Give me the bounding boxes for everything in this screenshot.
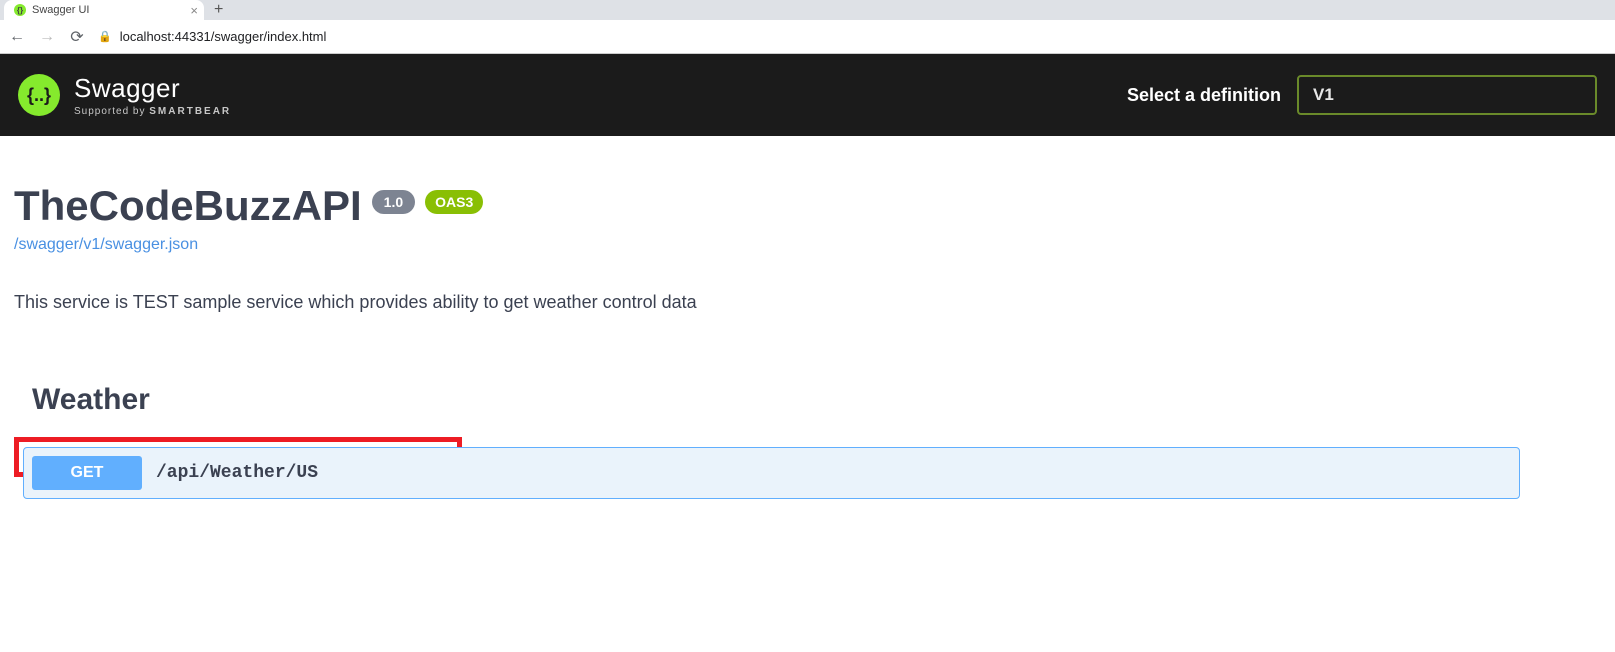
tab-title: Swagger UI bbox=[32, 4, 89, 16]
operation-block[interactable]: GET /api/Weather/US bbox=[23, 447, 1520, 499]
url-area[interactable]: 🔒 localhost:44331/swagger/index.html bbox=[98, 29, 326, 44]
swagger-header: {..} Swagger Supported by SMARTBEAR Sele… bbox=[0, 54, 1615, 136]
new-tab-button[interactable]: + bbox=[204, 1, 233, 19]
url-bar-row: ← → ⟳ 🔒 localhost:44331/swagger/index.ht… bbox=[0, 20, 1615, 54]
definition-selector-area: Select a definition V1 bbox=[1127, 75, 1597, 115]
tab-bar: {} Swagger UI × + bbox=[0, 0, 1615, 20]
swagger-subtext: Supported by SMARTBEAR bbox=[74, 106, 231, 117]
version-badge: 1.0 bbox=[372, 190, 415, 214]
oas-badge: OAS3 bbox=[425, 190, 483, 214]
browser-chrome: {} Swagger UI × + ← → ⟳ 🔒 localhost:4433… bbox=[0, 0, 1615, 54]
spec-link[interactable]: /swagger/v1/swagger.json bbox=[14, 236, 198, 254]
definition-label: Select a definition bbox=[1127, 85, 1281, 106]
back-icon[interactable]: ← bbox=[8, 28, 26, 46]
browser-tab[interactable]: {} Swagger UI × bbox=[4, 0, 204, 20]
reload-icon[interactable]: ⟳ bbox=[68, 27, 86, 47]
definition-select[interactable]: V1 bbox=[1297, 75, 1597, 115]
lock-icon: 🔒 bbox=[98, 30, 112, 43]
tab-close-icon[interactable]: × bbox=[190, 3, 198, 18]
forward-icon[interactable]: → bbox=[38, 28, 56, 46]
url-text: localhost:44331/swagger/index.html bbox=[120, 29, 327, 44]
tab-favicon-icon: {} bbox=[14, 4, 26, 16]
section-title[interactable]: Weather bbox=[14, 383, 1601, 417]
http-method-badge: GET bbox=[32, 456, 142, 490]
swagger-title: Swagger bbox=[74, 73, 231, 104]
definition-value: V1 bbox=[1313, 85, 1334, 104]
api-description: This service is TEST sample service whic… bbox=[14, 292, 1601, 313]
swagger-logo-icon: {..} bbox=[18, 74, 60, 116]
endpoint-path: /api/Weather/US bbox=[142, 463, 318, 483]
api-title-row: TheCodeBuzzAPI 1.0 OAS3 bbox=[14, 182, 1601, 230]
swagger-title-area: Swagger Supported by SMARTBEAR bbox=[74, 73, 231, 117]
api-title: TheCodeBuzzAPI bbox=[14, 182, 362, 230]
operations-wrap: GET /api/Weather/US bbox=[14, 437, 1601, 497]
main-content: TheCodeBuzzAPI 1.0 OAS3 /swagger/v1/swag… bbox=[0, 136, 1615, 497]
swagger-brand: {..} Swagger Supported by SMARTBEAR bbox=[18, 73, 231, 117]
